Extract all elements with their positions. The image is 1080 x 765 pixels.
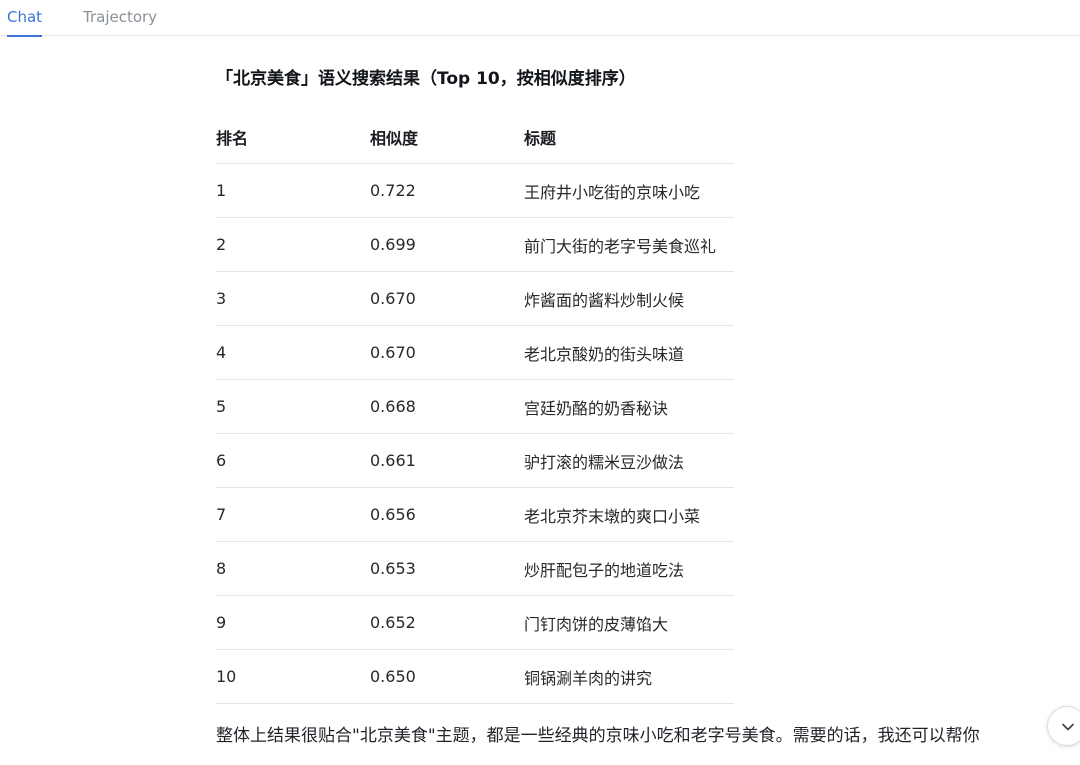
tab-chat[interactable]: Chat [7,0,43,37]
cell-rank: 10 [216,649,370,704]
cell-title: 老北京芥末墩的爽口小菜 [524,487,734,542]
cell-similarity: 0.652 [370,595,524,650]
table-row: 1 0.722 王府井小吃街的京味小吃 [216,163,734,218]
cell-title: 老北京酸奶的街头味道 [524,325,734,380]
chevron-down-icon [1062,723,1074,731]
tab-trajectory[interactable]: Trajectory [83,0,157,36]
table-row: 10 0.650 铜锅涮羊肉的讲究 [216,649,734,704]
table-row: 8 0.653 炒肝配包子的地道吃法 [216,541,734,596]
cell-similarity: 0.650 [370,649,524,704]
cell-title: 炸酱面的酱料炒制火候 [524,271,734,326]
cell-similarity: 0.668 [370,379,524,434]
chat-page: Chat Trajectory 「北京美食」语义搜索结果（Top 10，按相似度… [0,0,1080,765]
table-row: 6 0.661 驴打滚的糯米豆沙做法 [216,433,734,488]
table-row: 4 0.670 老北京酸奶的街头味道 [216,325,734,380]
header-title: 标题 [524,110,734,164]
active-tab-indicator [7,35,43,37]
cell-rank: 8 [216,541,370,596]
cell-title: 驴打滚的糯米豆沙做法 [524,433,734,488]
results-heading: 「北京美食」语义搜索结果（Top 10，按相似度排序） [216,69,636,89]
table-row: 7 0.656 老北京芥末墩的爽口小菜 [216,487,734,542]
table-row: 3 0.670 炸酱面的酱料炒制火候 [216,271,734,326]
scroll-to-bottom-button[interactable] [1047,706,1080,746]
tab-chat-label: Chat [7,8,43,26]
cell-similarity: 0.722 [370,163,524,218]
tab-bar: Chat Trajectory [0,0,1080,37]
cell-similarity: 0.670 [370,271,524,326]
table-row: 9 0.652 门钉肉饼的皮薄馅大 [216,595,734,650]
cell-title: 王府井小吃街的京味小吃 [524,163,734,218]
cell-similarity: 0.661 [370,433,524,488]
header-rank: 排名 [216,110,370,164]
results-table: 排名 相似度 标题 1 0.722 王府井小吃街的京味小吃 2 0.699 前门… [216,110,734,704]
header-similarity: 相似度 [370,110,524,164]
cell-rank: 2 [216,217,370,272]
cell-rank: 6 [216,433,370,488]
cell-title: 门钉肉饼的皮薄馅大 [524,595,734,650]
cell-similarity: 0.653 [370,541,524,596]
cell-similarity: 0.656 [370,487,524,542]
summary-text: 整体上结果很贴合"北京美食"主题，都是一些经典的京味小吃和老字号美食。需要的话，… [216,726,980,746]
cell-title: 宫廷奶酪的奶香秘诀 [524,379,734,434]
cell-rank: 7 [216,487,370,542]
cell-title: 铜锅涮羊肉的讲究 [524,649,734,704]
cell-title: 炒肝配包子的地道吃法 [524,541,734,596]
table-row: 2 0.699 前门大街的老字号美食巡礼 [216,217,734,272]
table-row: 5 0.668 宫廷奶酪的奶香秘诀 [216,379,734,434]
cell-rank: 4 [216,325,370,380]
cell-title: 前门大街的老字号美食巡礼 [524,217,734,272]
cell-rank: 1 [216,163,370,218]
cell-similarity: 0.670 [370,325,524,380]
cell-rank: 3 [216,271,370,326]
tab-trajectory-label: Trajectory [83,8,158,26]
cell-rank: 5 [216,379,370,434]
cell-similarity: 0.699 [370,217,524,272]
cell-rank: 9 [216,595,370,650]
table-header-row: 排名 相似度 标题 [216,110,734,164]
